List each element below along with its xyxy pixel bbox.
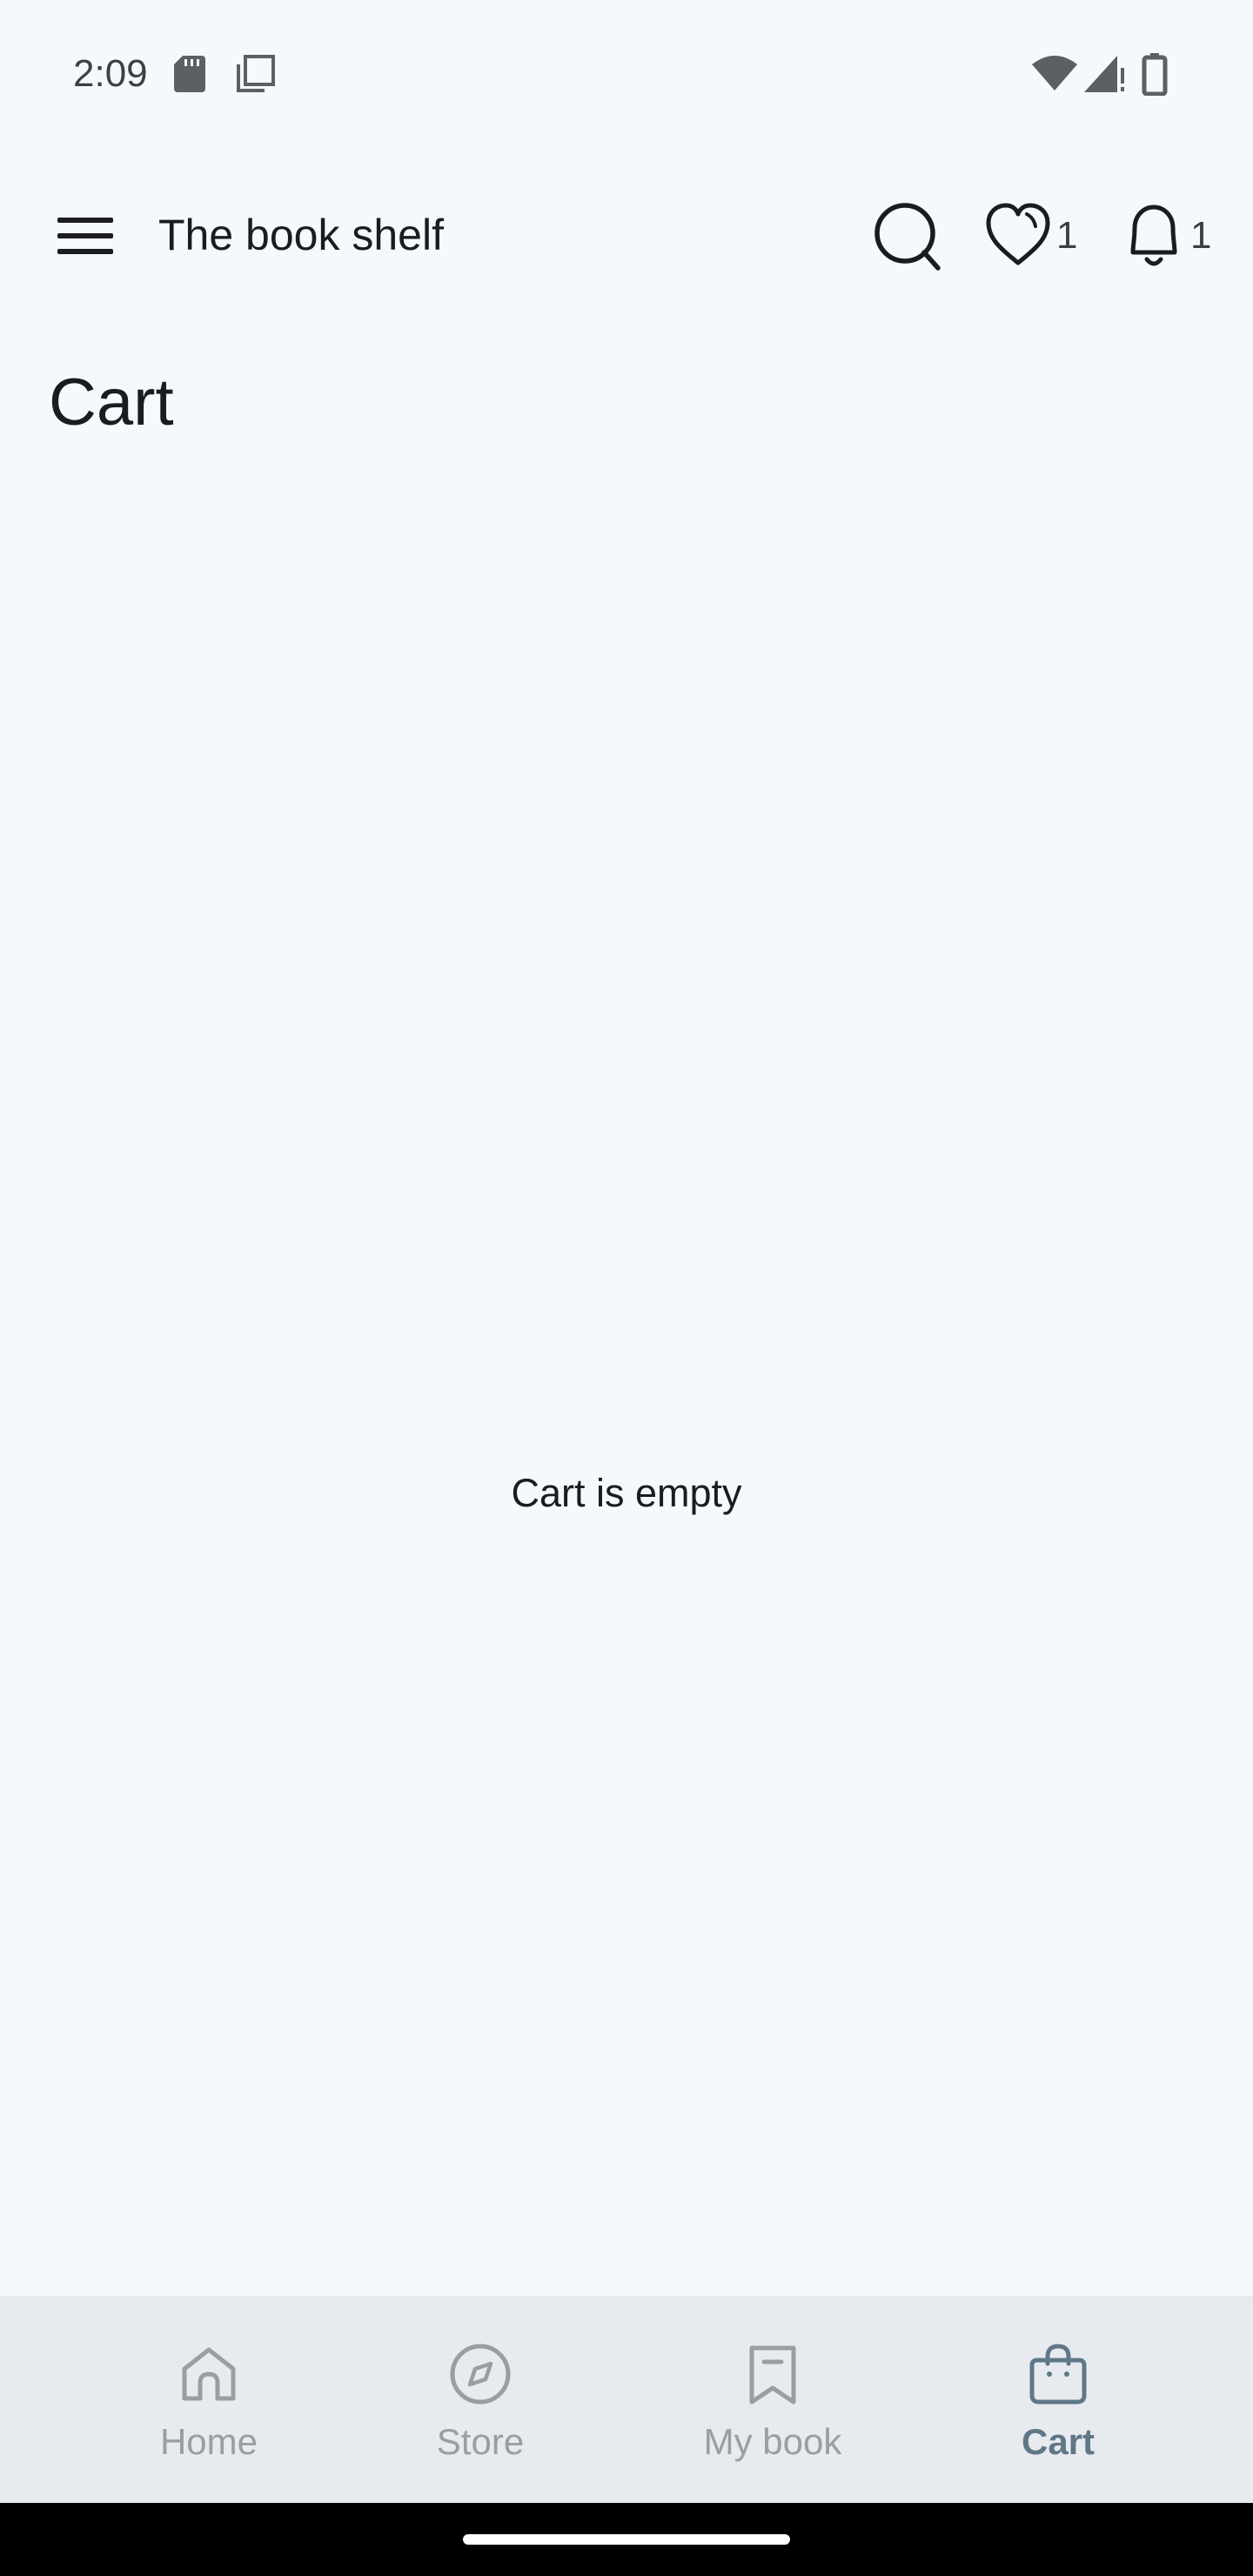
screenshot-icon — [237, 55, 275, 92]
favorites-button[interactable]: 1 — [983, 198, 1088, 272]
bell-icon — [1130, 205, 1177, 266]
nav-label-home: Home — [159, 2421, 258, 2462]
page-title: Cart — [49, 366, 174, 439]
nav-label-store: Store — [436, 2421, 525, 2462]
notifications-button[interactable]: 1 — [1121, 198, 1216, 272]
nav-label-cart: Cart — [1021, 2421, 1096, 2462]
nav-item-home[interactable]: Home — [122, 2296, 296, 2503]
bookmark-icon — [749, 2345, 796, 2405]
battery-icon — [1142, 53, 1168, 96]
nav-item-cart[interactable]: Cart — [971, 2296, 1145, 2503]
notifications-count: 1 — [1190, 214, 1212, 257]
nav-label-my-book: My book — [703, 2421, 842, 2462]
home-gesture-handle[interactable] — [463, 2534, 790, 2545]
top-app-bar: The book shelf 1 1 — [0, 174, 1253, 296]
compass-icon — [450, 2344, 511, 2405]
bottom-navigation: Home Store My book Cart — [0, 2296, 1253, 2503]
wifi-icon — [1032, 56, 1077, 91]
nav-item-store[interactable]: Store — [393, 2296, 567, 2503]
shopping-bag-icon — [1029, 2344, 1087, 2405]
nav-item-my-book[interactable]: My book — [668, 2296, 877, 2503]
cellular-signal-icon — [1084, 56, 1124, 92]
search-button[interactable] — [868, 198, 947, 272]
search-icon — [874, 203, 941, 271]
favorites-count: 1 — [1056, 214, 1078, 257]
app-title: The book shelf — [158, 211, 444, 259]
status-time: 2:09 — [73, 52, 148, 95]
cart-empty-message: Cart is empty — [511, 1471, 742, 1515]
sd-card-icon — [174, 56, 205, 92]
menu-icon — [57, 218, 113, 254]
heart-icon — [986, 203, 1050, 265]
system-navigation-bar — [0, 2503, 1253, 2576]
home-icon — [182, 2347, 236, 2401]
menu-button[interactable] — [49, 202, 122, 268]
status-bar: 2:09 — [0, 0, 1253, 148]
